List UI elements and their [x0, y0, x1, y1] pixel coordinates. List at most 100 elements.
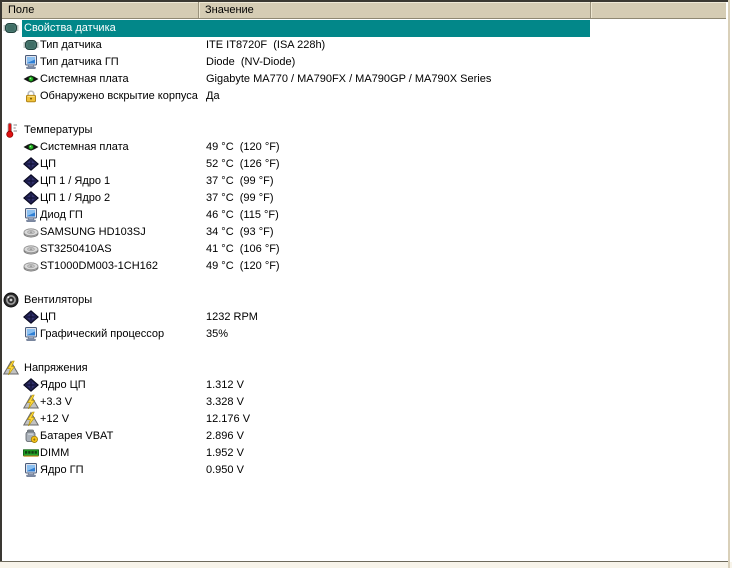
voltage-icon [3, 360, 19, 376]
row-label: SAMSUNG HD103SJ [40, 226, 146, 238]
row-label: ЦП [40, 158, 57, 170]
cpu-icon [23, 190, 39, 206]
row-value: 1232 RPM [206, 311, 258, 323]
hdd-icon [23, 258, 39, 274]
lock-icon [23, 88, 39, 104]
table-row[interactable]: Графический процессор 35% [2, 326, 726, 343]
row-label: Батарея VBAT [40, 430, 114, 442]
dimm-icon [23, 445, 39, 461]
row-value: ITE IT8720F (ISA 228h) [206, 39, 326, 51]
battery-icon [23, 428, 39, 444]
row-value: 52 °C (126 °F) [206, 158, 280, 170]
table-row[interactable]: Диод ГП 46 °C (115 °F) [2, 207, 726, 224]
table-row[interactable]: Системная плата Gigabyte MA770 / MA790FX … [2, 71, 726, 88]
table-row-spacer [2, 343, 726, 360]
table-row[interactable]: SAMSUNG HD103SJ 34 °C (93 °F) [2, 224, 726, 241]
row-label: Вентиляторы [24, 294, 93, 306]
table-row[interactable]: Температуры [2, 122, 726, 139]
voltage-icon [23, 394, 39, 410]
table-row[interactable]: Вентиляторы [2, 292, 726, 309]
row-value: 49 °C (120 °F) [206, 141, 280, 153]
row-value: 34 °C (93 °F) [206, 226, 274, 238]
row-value: 2.896 V [206, 430, 244, 442]
row-value: 3.328 V [206, 396, 244, 408]
row-label: Системная плата [40, 141, 129, 153]
row-label: ST1000DM003-1CH162 [40, 260, 159, 272]
row-label: ЦП 1 / Ядро 2 [40, 192, 111, 204]
row-value: 37 °C (99 °F) [206, 192, 274, 204]
chip-icon [3, 20, 19, 36]
cpu-icon [23, 156, 39, 172]
table-row[interactable]: Ядро ГП 0.950 V [2, 462, 726, 479]
table-row[interactable]: Обнаружено вскрытие корпуса Да [2, 88, 726, 105]
table-row[interactable]: +12 V 12.176 V [2, 411, 726, 428]
row-value: 12.176 V [206, 413, 251, 425]
row-value: Да [206, 90, 220, 102]
column-header-row: Поле Значение [2, 2, 726, 19]
row-label: Системная плата [40, 73, 129, 85]
row-value: 35% [206, 328, 229, 340]
row-value: 1.952 V [206, 447, 244, 459]
table-row[interactable]: Свойства датчика [2, 20, 726, 37]
row-label: Напряжения [24, 362, 88, 374]
table-row[interactable]: Батарея VBAT 2.896 V [2, 428, 726, 445]
row-label: DIMM [40, 447, 70, 459]
row-label: Ядро ГП [40, 464, 84, 476]
row-label: Тип датчика [40, 39, 102, 51]
cpu-icon [23, 173, 39, 189]
fan-icon [3, 292, 19, 308]
cpu-icon [23, 309, 39, 325]
sensor-list: Свойства датчика Тип датчика ITE IT8720F (… [2, 20, 726, 479]
row-label: Обнаружено вскрытие корпуса [40, 90, 198, 102]
table-row[interactable]: Тип датчика ITE IT8720F (ISA 228h) [2, 37, 726, 54]
gpu-icon [23, 326, 39, 342]
table-row[interactable]: ЦП 1232 RPM [2, 309, 726, 326]
table-row[interactable]: ЦП 52 °C (126 °F) [2, 156, 726, 173]
row-value: Diode (NV-Diode) [206, 56, 296, 68]
column-header-field[interactable]: Поле [8, 2, 34, 18]
row-label: Свойства датчика [24, 22, 116, 34]
table-row-spacer [2, 275, 726, 292]
row-label: +12 V [40, 413, 70, 425]
row-label: ЦП 1 / Ядро 1 [40, 175, 111, 187]
table-row[interactable]: DIMM 1.952 V [2, 445, 726, 462]
table-row[interactable]: Ядро ЦП 1.312 V [2, 377, 726, 394]
row-label: Температуры [24, 124, 93, 136]
chip-icon [23, 37, 39, 53]
row-value: Gigabyte MA770 / MA790FX / MA790GP / MA7… [206, 73, 492, 85]
table-row-spacer [2, 105, 726, 122]
table-row[interactable]: Тип датчика ГП Diode (NV-Diode) [2, 54, 726, 71]
table-row[interactable]: ЦП 1 / Ядро 1 37 °C (99 °F) [2, 173, 726, 190]
column-divider-highlight [591, 2, 592, 18]
gpu-icon [23, 54, 39, 70]
cpu-icon [23, 377, 39, 393]
row-value: 41 °C (106 °F) [206, 243, 280, 255]
window-border-right [728, 0, 730, 568]
thermometer-icon [3, 122, 19, 138]
row-value: 46 °C (115 °F) [206, 209, 279, 221]
row-value: 49 °C (120 °F) [206, 260, 280, 272]
column-header-value[interactable]: Значение [205, 2, 254, 18]
gpu-icon [23, 462, 39, 478]
table-row[interactable]: ЦП 1 / Ядро 2 37 °C (99 °F) [2, 190, 726, 207]
row-label: ЦП [40, 311, 57, 323]
row-label: Графический процессор [40, 328, 165, 340]
row-label: Ядро ЦП [40, 379, 86, 391]
table-row[interactable]: +3.3 V 3.328 V [2, 394, 726, 411]
row-value: 1.312 V [206, 379, 244, 391]
table-row[interactable]: Напряжения [2, 360, 726, 377]
motherboard-icon [23, 71, 39, 87]
table-row[interactable]: ST3250410AS 41 °C (106 °F) [2, 241, 726, 258]
row-label: Диод ГП [40, 209, 83, 221]
table-row[interactable]: ST1000DM003-1CH162 49 °C (120 °F) [2, 258, 726, 275]
window-bottom-strip [0, 562, 732, 568]
sensor-page: Поле Значение Свойства датчика Тип датчик… [0, 0, 732, 568]
row-label: Тип датчика ГП [40, 56, 119, 68]
hdd-icon [23, 224, 39, 240]
row-label: +3.3 V [40, 396, 73, 408]
column-divider-highlight [199, 2, 200, 18]
hdd-icon [23, 241, 39, 257]
table-row[interactable]: Системная плата 49 °C (120 °F) [2, 139, 726, 156]
row-value: 0.950 V [206, 464, 244, 476]
gpu-icon [23, 207, 39, 223]
